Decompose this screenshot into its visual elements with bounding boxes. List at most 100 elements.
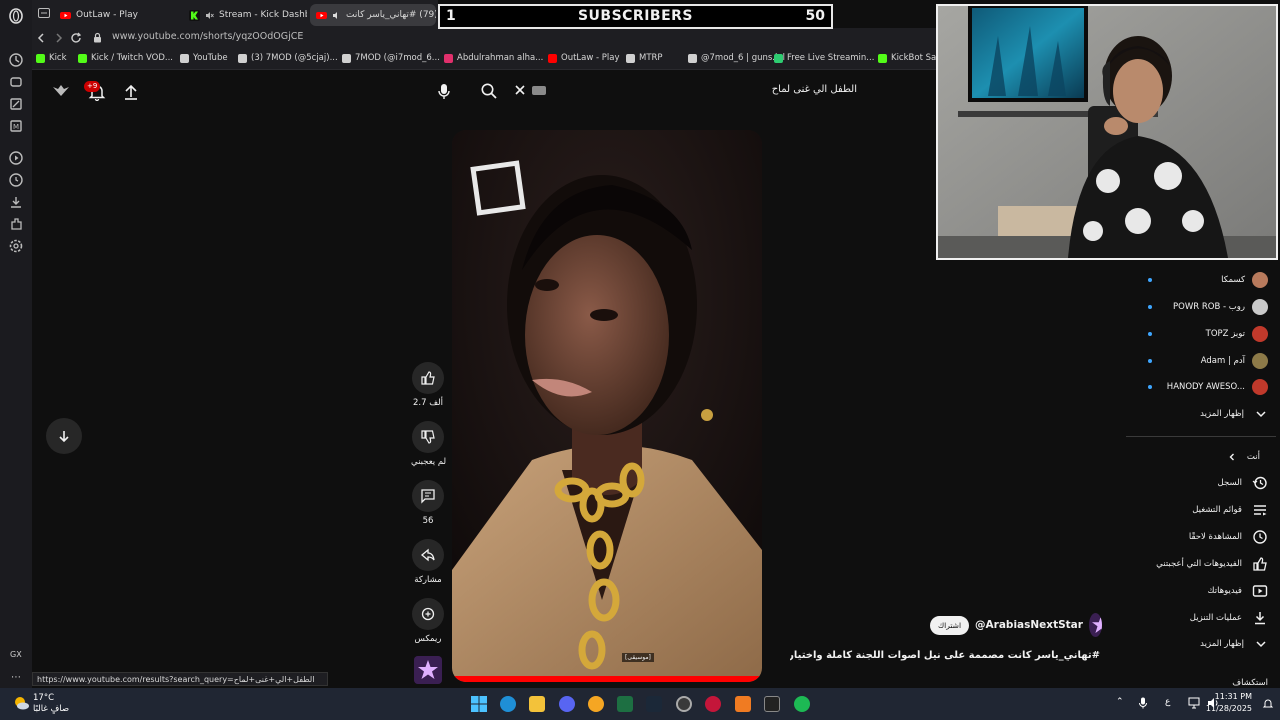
network-icon[interactable]: [1188, 697, 1200, 709]
weather-temperature: 17°C: [33, 693, 55, 703]
lock-icon[interactable]: [93, 32, 102, 43]
yt-header-actions: +9: [50, 80, 150, 104]
discord-icon[interactable]: [559, 696, 575, 712]
bookmark-item[interactable]: Kick: [36, 53, 67, 63]
search-icon[interactable]: [480, 82, 498, 100]
obs-icon[interactable]: [676, 696, 692, 712]
bookmark-icon: [626, 53, 635, 63]
clear-search-icon[interactable]: [514, 84, 526, 96]
speaker-icon[interactable]: [332, 11, 341, 20]
notification-center-icon[interactable]: [1262, 698, 1274, 710]
sidebar-sub-2[interactable]: POWR ROB - روب: [1140, 297, 1268, 317]
show-more-you[interactable]: إظهار المزيد: [1130, 634, 1268, 654]
bookmark-item[interactable]: MTRP: [626, 53, 663, 63]
more-icon[interactable]: ⋯: [11, 672, 21, 683]
sidebar-item-downloads[interactable]: عمليات التنزيل: [1130, 608, 1268, 628]
start-icon[interactable]: [471, 696, 487, 712]
sidebar-sub-4[interactable]: Adam | آدم: [1140, 351, 1268, 371]
video-title[interactable]: #تهاني_ياسر كانت مصممة على نيل أصوات الل…: [790, 650, 1100, 661]
steam-icon[interactable]: [646, 696, 662, 712]
downloads-sidebar-icon[interactable]: [8, 194, 24, 210]
bookmark-icon: [36, 53, 45, 63]
sidebar-item-playlists[interactable]: قوائم التشغيل: [1130, 500, 1268, 520]
tab-outlaw[interactable]: OutLaw - Play: [54, 4, 180, 26]
elgato-icon[interactable]: [764, 696, 780, 712]
forward-icon[interactable]: [54, 32, 64, 44]
bookmark-label: Free Live Streamin...: [787, 53, 875, 63]
bookmark-item[interactable]: Abdulrahman alha...: [444, 53, 543, 63]
remix-button[interactable]: [412, 598, 444, 630]
bookmark-item[interactable]: @7mod_6 | guns.lol: [688, 53, 785, 63]
link-status-bar: https://www.youtube.com/results?search_q…: [32, 672, 328, 686]
bookmark-label: MTRP: [639, 53, 663, 63]
next-short-button[interactable]: [46, 418, 82, 454]
file-explorer-icon[interactable]: [529, 696, 545, 712]
history-icon: [1252, 476, 1267, 490]
edge-icon[interactable]: [500, 696, 516, 712]
channel-avatar[interactable]: [1088, 613, 1102, 637]
creator-logo-icon[interactable]: [52, 84, 70, 98]
sidebar-item-history[interactable]: السجل: [1130, 473, 1268, 493]
tab-youtube-shorts[interactable]: (79) #تهاني_ياسر كانت: [310, 4, 436, 26]
new-content-dot: [1148, 359, 1152, 363]
player-icon[interactable]: [8, 150, 24, 166]
upload-icon[interactable]: [123, 83, 139, 101]
gx-corner-icon[interactable]: [8, 74, 24, 90]
show-more-subs[interactable]: إظهار المزيد: [1130, 404, 1268, 424]
muted-speaker-icon[interactable]: [205, 11, 214, 20]
history-sidebar-icon[interactable]: [8, 172, 24, 188]
sidebar-sub-5[interactable]: HANODY AWESO...: [1140, 377, 1268, 397]
like-button[interactable]: [412, 362, 444, 394]
dislike-button[interactable]: [412, 421, 444, 453]
opera-gx-icon[interactable]: [705, 696, 721, 712]
bookmark-item[interactable]: (3) 7MOD (@5cjaj)...: [238, 53, 338, 63]
clock-time[interactable]: 11:31 PM: [1215, 692, 1252, 701]
sub-label: HANODY AWESO...: [1166, 382, 1245, 392]
app-icon[interactable]: [588, 696, 604, 712]
language-indicator[interactable]: ع: [1165, 697, 1170, 707]
pinboard-icon[interactable]: [8, 96, 24, 112]
keyboard-icon[interactable]: [532, 86, 546, 95]
messenger-icon[interactable]: M: [8, 118, 24, 134]
weather-icon[interactable]: [12, 694, 30, 712]
sidebar-item-liked[interactable]: الفيديوهات التي أعجبتني: [1130, 554, 1268, 574]
tab-kick-dashboard[interactable]: Stream - Kick Dashbo: [183, 4, 307, 26]
you-section-header[interactable]: أنت: [1130, 447, 1268, 467]
clock-date[interactable]: 11/28/2025: [1206, 704, 1252, 713]
sidebar-item-watch-later[interactable]: المشاهدة لاحقًا: [1130, 527, 1268, 547]
url-field[interactable]: www.youtube.com/shorts/yqzOOdOGjCE: [112, 31, 303, 42]
extensions-icon[interactable]: [8, 216, 24, 232]
share-button[interactable]: [412, 539, 444, 571]
comments-button[interactable]: [412, 480, 444, 512]
sidebar-sub-3[interactable]: TOPZ توبز: [1140, 324, 1268, 344]
channel-name[interactable]: @ArabiasNextStar: [975, 619, 1083, 631]
subscribe-button[interactable]: اشتراك: [930, 615, 970, 635]
audio-thumbnail[interactable]: [414, 656, 442, 684]
sub-label: Adam | آدم: [1200, 356, 1245, 366]
gx-control-icon[interactable]: [8, 52, 24, 68]
reload-icon[interactable]: [70, 32, 82, 44]
tray-chevron-icon[interactable]: ⌃: [1116, 697, 1124, 707]
voice-search-icon[interactable]: [434, 81, 454, 101]
tab-menu-icon[interactable]: [38, 8, 50, 18]
sidebar-sub-1[interactable]: كسمكا: [1140, 270, 1268, 290]
search-input[interactable]: الطفل الي غنى لماح: [772, 84, 857, 95]
sidebar-item-your-videos[interactable]: فيديوهاتك: [1130, 581, 1268, 601]
bookmark-item[interactable]: OutLaw - Play: [548, 53, 620, 63]
back-icon[interactable]: [36, 32, 46, 44]
avatar: [1252, 353, 1268, 369]
opera-logo-icon[interactable]: [8, 8, 24, 24]
bookmark-item[interactable]: 7MOD (@i7mod_6...: [342, 53, 440, 63]
spotify-icon[interactable]: [794, 696, 810, 712]
excel-icon[interactable]: [617, 696, 633, 712]
mic-icon[interactable]: [1138, 697, 1148, 709]
bookmark-item[interactable]: Kick / Twitch VOD...: [78, 53, 173, 63]
vlc-icon[interactable]: [735, 696, 751, 712]
bookmark-item[interactable]: Free Live Streamin...: [774, 53, 874, 63]
settings-icon[interactable]: [8, 238, 24, 254]
shorts-video-player[interactable]: [موسيقى]: [452, 130, 762, 682]
remix-label: ريمكس: [414, 634, 442, 644]
bookmark-item[interactable]: KickBot Sav: [878, 53, 941, 63]
bookmark-item[interactable]: YouTube: [180, 53, 228, 63]
bookmark-icon: [774, 53, 783, 63]
